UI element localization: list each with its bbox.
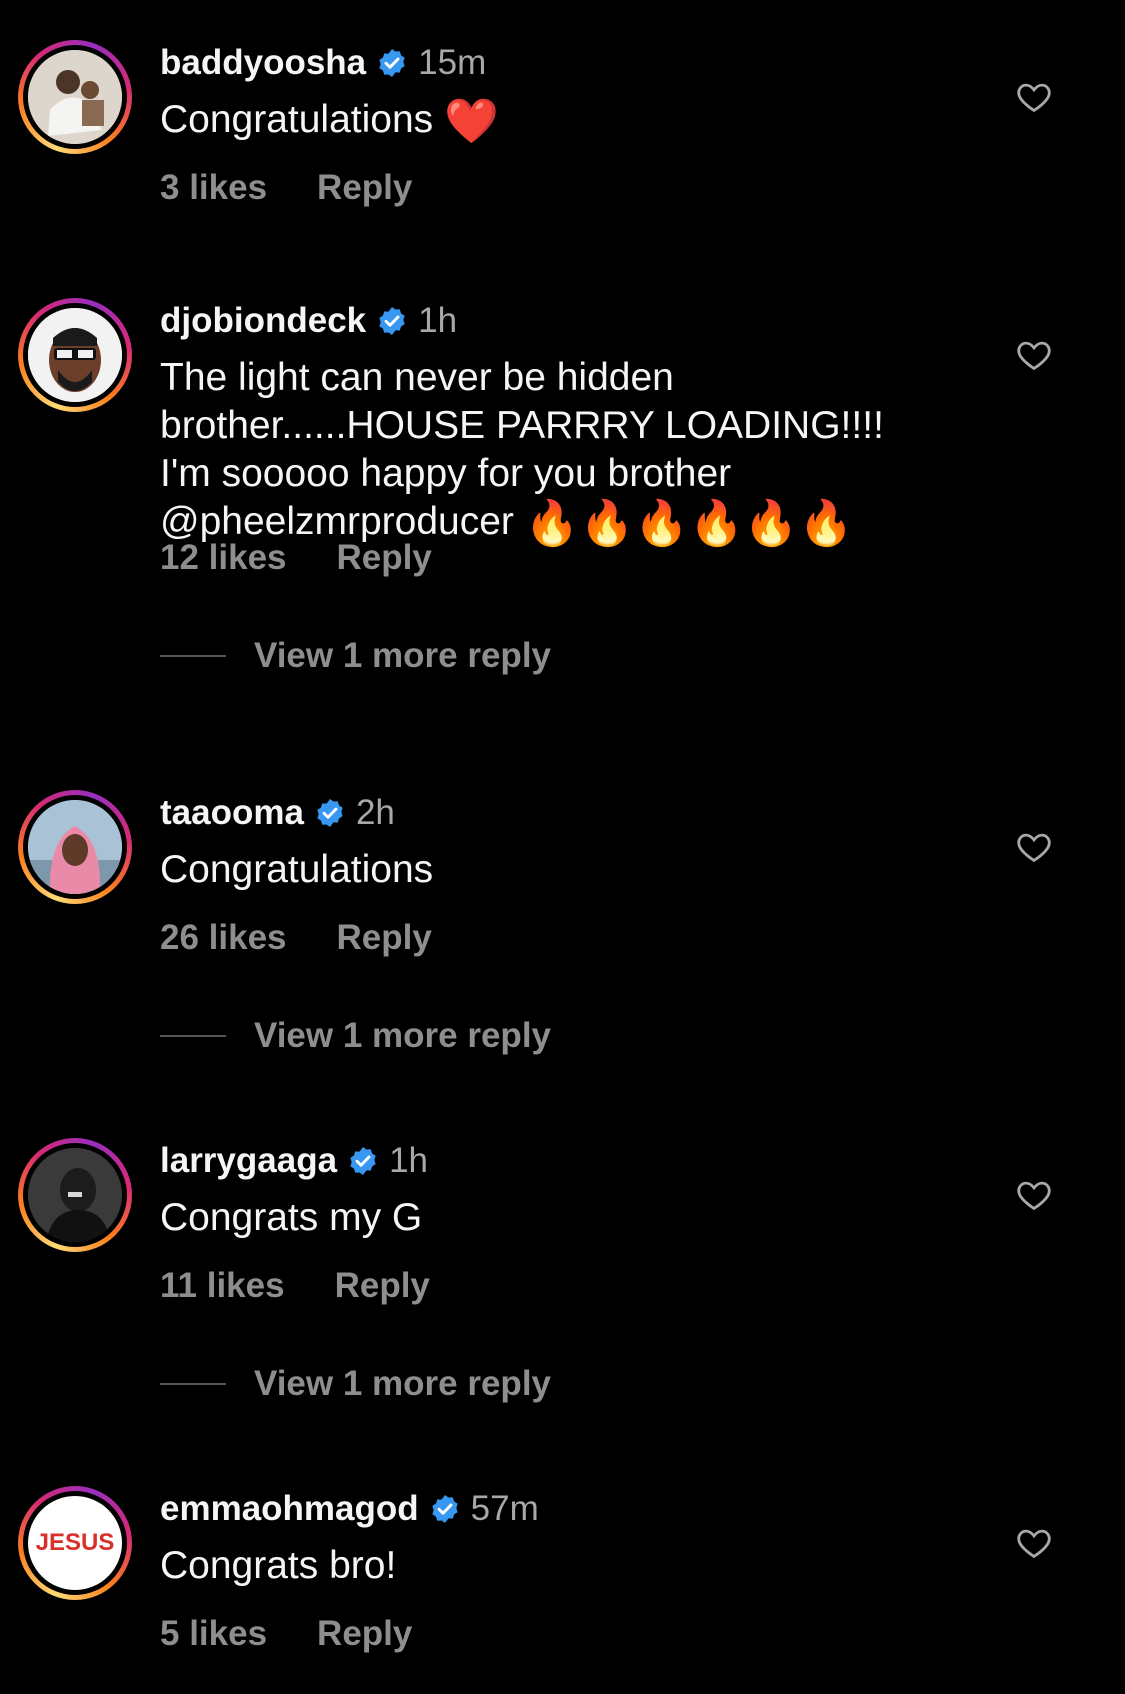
likes-count[interactable]: 26 likes <box>160 918 287 958</box>
username[interactable]: djobiondeck <box>160 300 366 342</box>
heart-outline-icon[interactable] <box>1015 1176 1053 1214</box>
view-more-replies-label[interactable]: View 1 more reply <box>254 636 551 676</box>
avatar[interactable] <box>28 308 122 402</box>
comment-text-content: Congrats bro! <box>160 1544 397 1587</box>
story-ring[interactable] <box>18 790 132 904</box>
avatar-photo <box>28 308 122 402</box>
heart-outline-icon[interactable] <box>1015 336 1053 374</box>
story-ring[interactable] <box>18 40 132 154</box>
comment-time: 1h <box>389 1141 428 1180</box>
comment-time: 57m <box>470 1489 539 1528</box>
reply-button[interactable]: Reply <box>317 168 412 208</box>
comment-text-content: Congratulations <box>160 98 434 141</box>
divider-line <box>160 1035 226 1037</box>
verified-badge-icon <box>379 49 405 77</box>
verified-badge-icon <box>431 1495 458 1523</box>
likes-count[interactable]: 5 likes <box>160 1614 267 1654</box>
story-ring[interactable] <box>18 298 132 412</box>
username[interactable]: emmaohmagod <box>160 1488 419 1530</box>
reply-button[interactable]: Reply <box>337 918 432 958</box>
divider-line <box>160 1383 226 1385</box>
comment-line: I'm sooooo happy for you brother <box>160 452 732 495</box>
username[interactable]: larrygaaga <box>160 1140 337 1182</box>
heart-outline-icon[interactable] <box>1015 828 1053 866</box>
divider-line <box>160 655 226 657</box>
view-more-replies[interactable]: View 1 more reply <box>160 636 551 676</box>
comment-text: The light can never be hidden brother...… <box>160 354 960 546</box>
username[interactable]: baddyoosha <box>160 42 366 84</box>
story-ring[interactable] <box>18 1138 132 1252</box>
comment-text: Congrats my G <box>160 1194 960 1242</box>
avatar-text: JESUS <box>35 1529 115 1556</box>
comment-text: Congratulations <box>160 846 960 894</box>
reply-button[interactable]: Reply <box>337 538 432 578</box>
verified-badge-icon <box>350 1147 376 1175</box>
username[interactable]: taaooma <box>160 792 304 834</box>
comment-text: Congrats bro! <box>160 1542 960 1590</box>
heart-outline-icon[interactable] <box>1015 78 1053 116</box>
heart-outline-icon[interactable] <box>1015 1524 1053 1562</box>
likes-count[interactable]: 11 likes <box>160 1266 285 1306</box>
comment-text-content: Congratulations <box>160 848 434 891</box>
comment-line: brother......HOUSE PARRRY LOADING!!!! <box>160 404 884 447</box>
comment-text-content: Congrats my G <box>160 1196 423 1239</box>
view-more-replies-label[interactable]: View 1 more reply <box>254 1364 551 1404</box>
comment-time: 1h <box>418 301 458 340</box>
likes-count[interactable]: 3 likes <box>160 168 267 208</box>
avatar[interactable] <box>28 50 122 144</box>
view-more-replies-label[interactable]: View 1 more reply <box>254 1016 551 1056</box>
reply-button[interactable]: Reply <box>335 1266 430 1306</box>
fire-emojis: 🔥🔥🔥🔥🔥🔥 <box>524 499 854 548</box>
comment-time: 2h <box>355 793 395 832</box>
comment-time: 15m <box>418 43 487 82</box>
likes-count[interactable]: 12 likes <box>160 538 287 578</box>
mention-link[interactable]: @pheelzmrproducer <box>160 500 514 543</box>
avatar[interactable]: JESUS <box>28 1496 122 1590</box>
comment-line: The light can never be hidden <box>160 356 674 399</box>
view-more-replies[interactable]: View 1 more reply <box>160 1364 551 1404</box>
avatar-photo <box>28 50 122 144</box>
view-more-replies[interactable]: View 1 more reply <box>160 1016 551 1056</box>
verified-badge-icon <box>379 307 405 335</box>
avatar-photo <box>28 800 122 894</box>
avatar[interactable] <box>28 1148 122 1242</box>
story-ring[interactable]: JESUS <box>18 1486 132 1600</box>
avatar-photo <box>28 1148 122 1242</box>
verified-badge-icon <box>317 799 343 827</box>
avatar[interactable] <box>28 800 122 894</box>
heart-emoji: ❤️ <box>444 97 499 146</box>
reply-button[interactable]: Reply <box>317 1614 412 1654</box>
comment-text: Congratulations ❤️ <box>160 96 960 144</box>
